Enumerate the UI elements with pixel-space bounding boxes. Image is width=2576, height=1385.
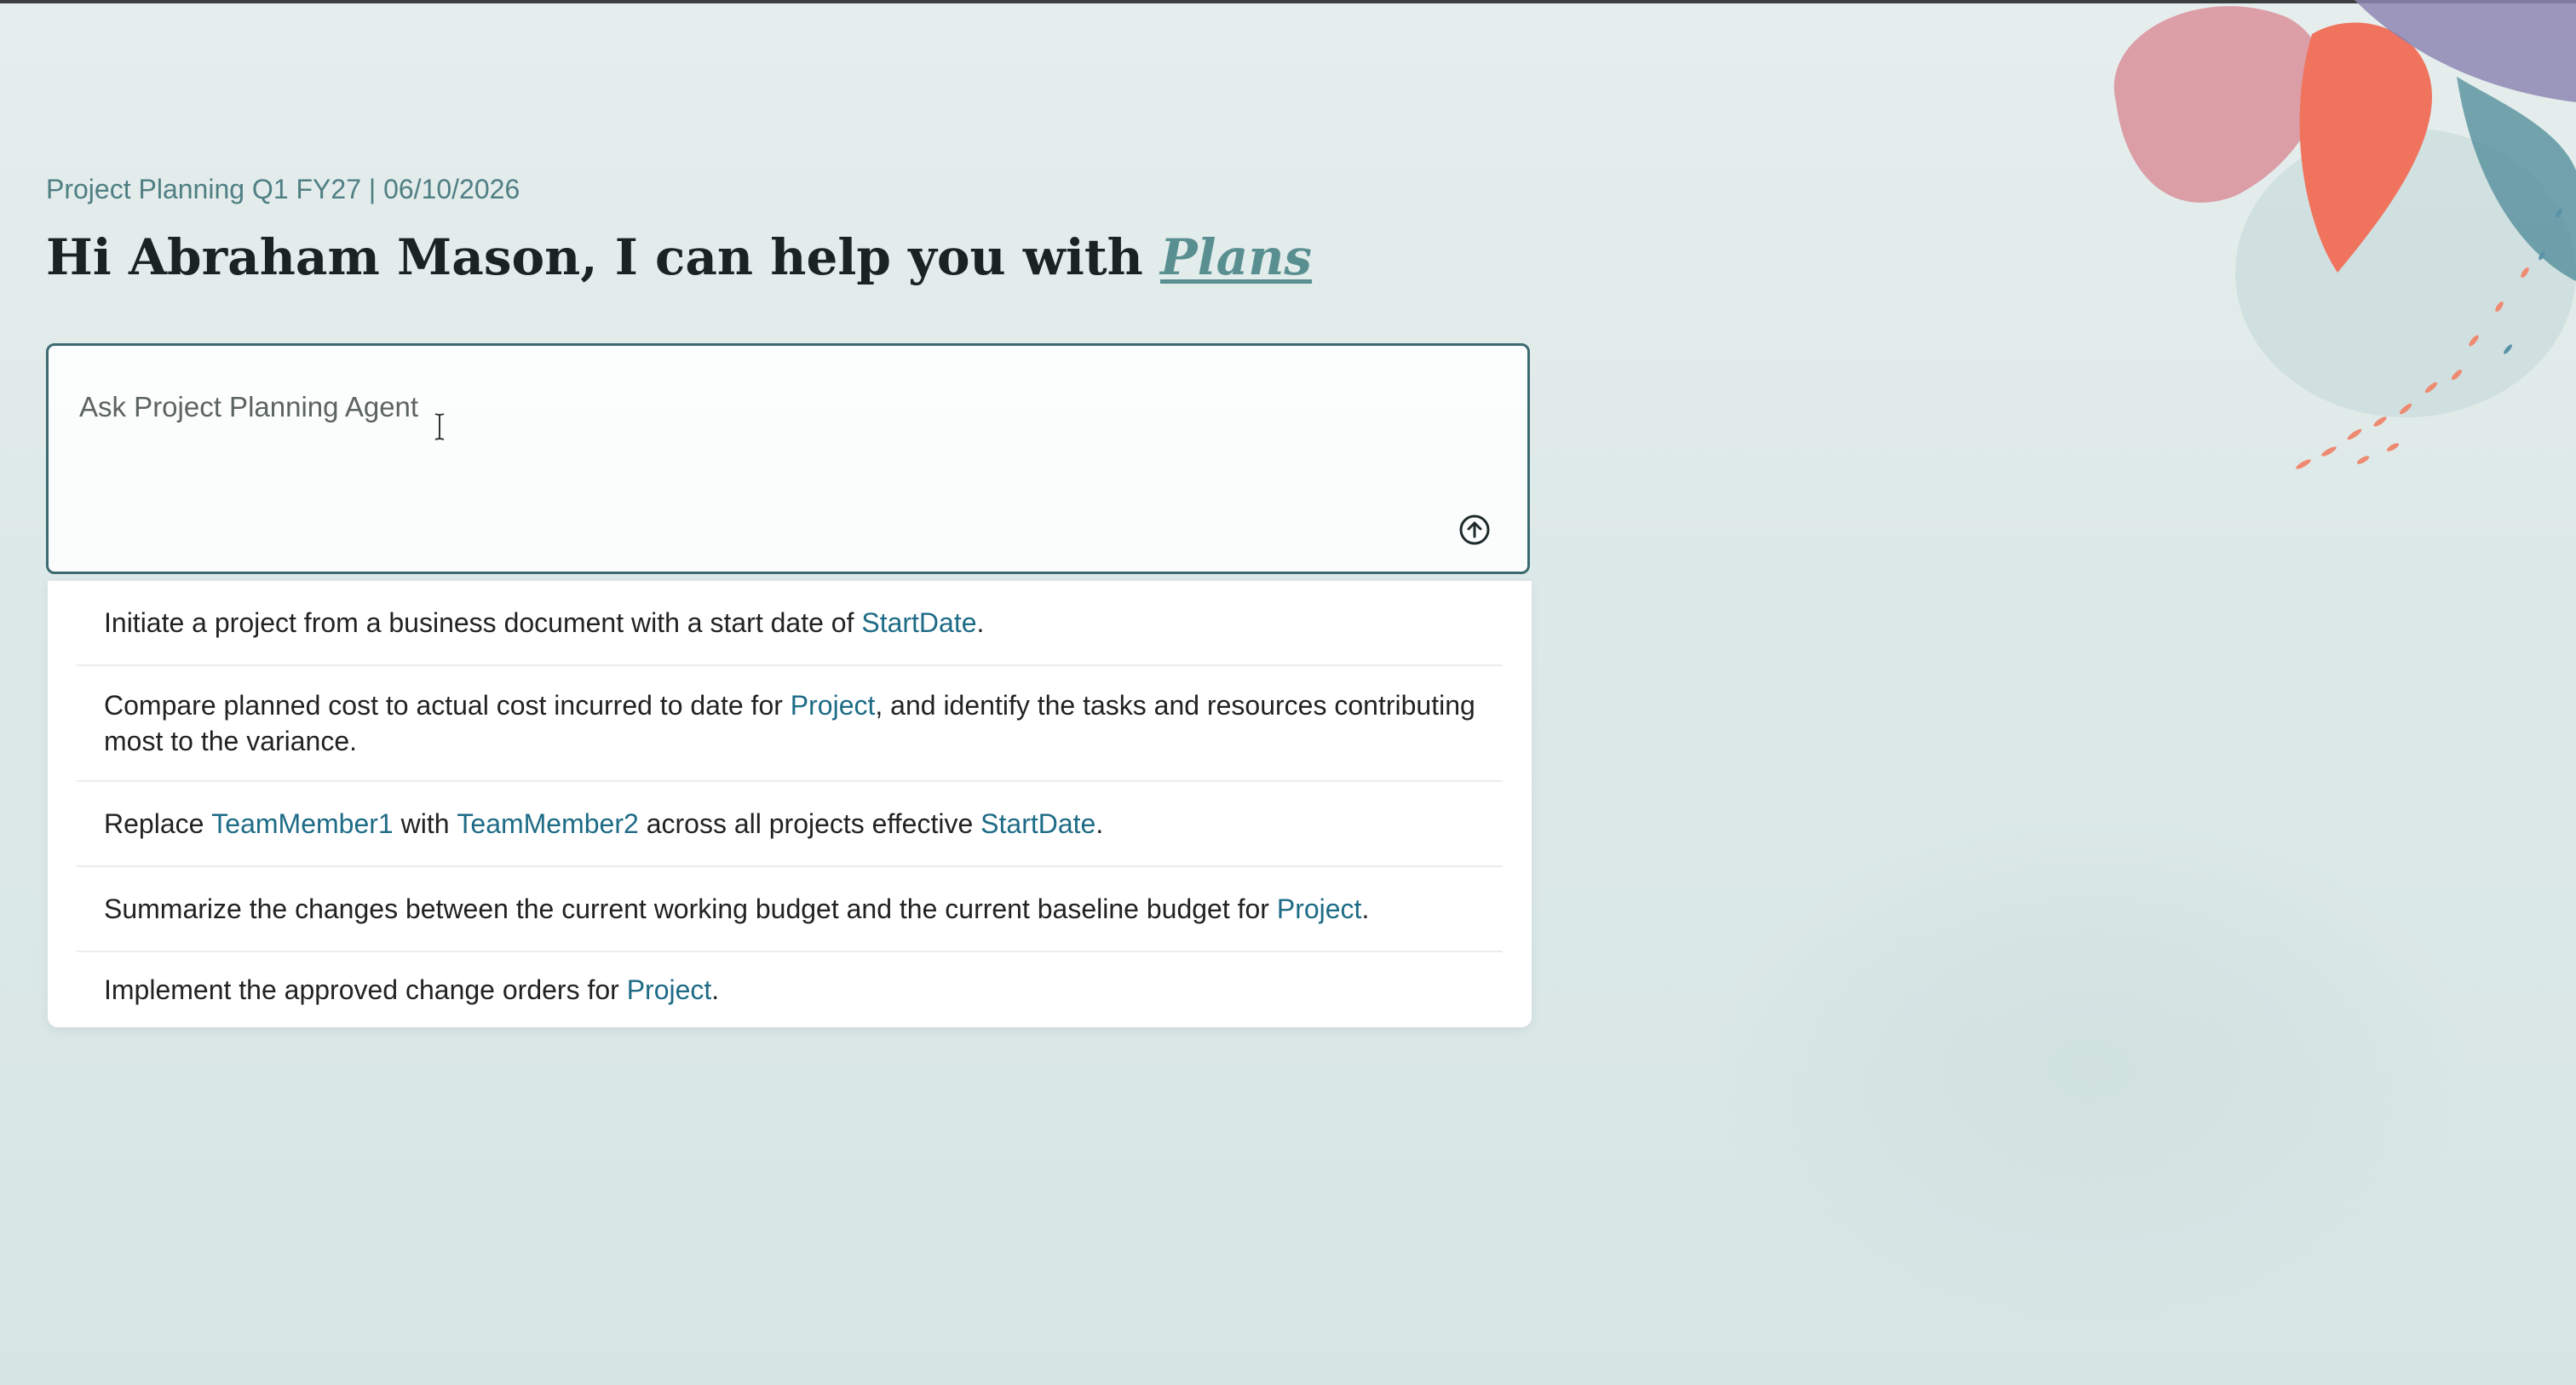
suggestion-item[interactable]: Summarize the changes between the curren… xyxy=(77,867,1503,952)
window-top-edge xyxy=(0,0,2576,3)
send-button[interactable] xyxy=(1458,513,1492,547)
suggestion-text: Initiate a project from a business docum… xyxy=(104,607,985,638)
prompt-box[interactable] xyxy=(46,343,1530,574)
param-token[interactable]: Project xyxy=(627,974,712,1005)
suggestion-item[interactable]: Compare planned cost to actual cost incu… xyxy=(77,666,1503,782)
suggestions-list: Initiate a project from a business docum… xyxy=(48,581,1532,1027)
decorative-petals-illustration xyxy=(2113,0,2576,469)
background-swirl xyxy=(1707,806,2474,1334)
param-token[interactable]: StartDate xyxy=(861,607,976,638)
suggestion-item[interactable]: Initiate a project from a business docum… xyxy=(77,581,1503,666)
suggestion-text: Replace TeamMember1 with TeamMember2 acr… xyxy=(104,808,1104,839)
param-token[interactable]: TeamMember2 xyxy=(457,808,638,839)
ask-agent-input[interactable] xyxy=(78,390,1359,424)
suggestion-text: Implement the approved change orders for… xyxy=(104,974,720,1005)
suggestion-text: Compare planned cost to actual cost incu… xyxy=(104,690,1475,756)
page-title: Hi Abraham Mason, I can help you with Pl… xyxy=(46,228,1312,286)
greeting-text: Hi Abraham Mason, I can help you with xyxy=(46,228,1161,286)
suggestion-item[interactable]: Implement the approved change orders for… xyxy=(77,952,1503,1027)
param-token[interactable]: TeamMember1 xyxy=(211,808,393,839)
suggestion-item[interactable]: Replace TeamMember1 with TeamMember2 acr… xyxy=(77,782,1503,867)
text-cursor-icon xyxy=(434,413,445,440)
param-token[interactable]: Project xyxy=(1277,894,1362,924)
param-token[interactable]: StartDate xyxy=(980,808,1095,839)
arrow-up-circle-icon xyxy=(1459,514,1490,545)
project-context-line: Project Planning Q1 FY27 | 06/10/2026 xyxy=(46,174,520,204)
plans-link[interactable]: Plans xyxy=(1160,228,1312,286)
param-token[interactable]: Project xyxy=(791,690,876,721)
suggestion-text: Summarize the changes between the curren… xyxy=(104,894,1370,924)
